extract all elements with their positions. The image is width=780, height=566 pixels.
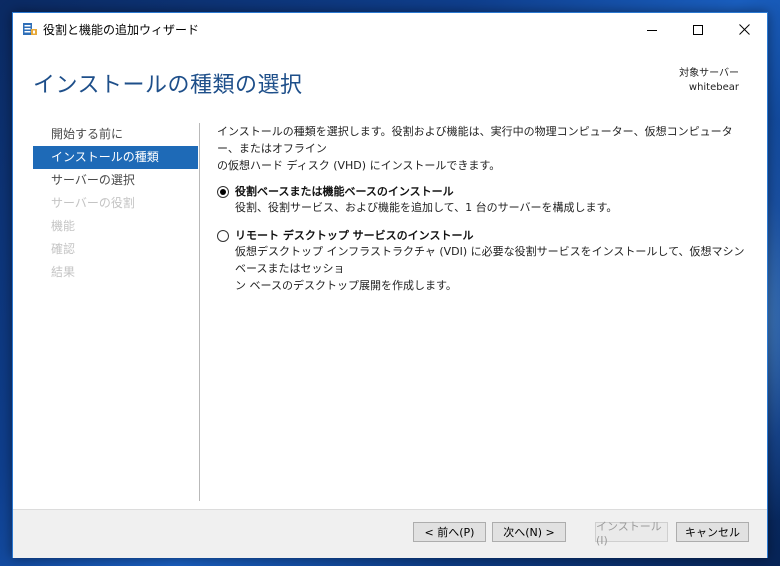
option-remote-desktop[interactable]: リモート デスクトップ サービスのインストール 仮想デスクトップ インフラストラ… [217, 228, 747, 294]
minimize-button[interactable] [629, 13, 675, 45]
option-description-line-1: 仮想デスクトップ インフラストラクチャ (VDI) に必要な役割サービスをインス… [235, 245, 745, 275]
wizard-footer: < 前へ(P) 次へ(N) > インストール(I) キャンセル [13, 509, 767, 558]
nav-item-before-you-begin[interactable]: 開始する前に [33, 123, 198, 146]
wizard-body: 開始する前に インストールの種類 サーバーの選択 サーバーの役割 機能 確認 結… [13, 113, 767, 509]
wizard-nav: 開始する前に インストールの種類 サーバーの選択 サーバーの役割 機能 確認 結… [33, 123, 198, 284]
option-description: 仮想デスクトップ インフラストラクチャ (VDI) に必要な役割サービスをインス… [235, 243, 747, 294]
minimize-icon [647, 20, 657, 39]
nav-item-label: サーバーの役割 [51, 196, 135, 210]
close-icon [738, 20, 750, 39]
target-server-info: 対象サーバー whitebear [679, 67, 739, 95]
cancel-button[interactable]: キャンセル [676, 522, 749, 542]
radio-remote-desktop[interactable] [217, 230, 229, 242]
target-server-label: 対象サーバー [679, 68, 739, 79]
nav-item-label: インストールの種類 [51, 150, 159, 164]
radio-selected-dot [220, 189, 226, 195]
nav-item-label: サーバーの選択 [51, 173, 135, 187]
target-server-name: whitebear [688, 82, 739, 93]
nav-item-server-roles: サーバーの役割 [33, 192, 198, 215]
option-role-based[interactable]: 役割ベースまたは機能ベースのインストール 役割、役割サービス、および機能を追加し… [217, 184, 747, 216]
install-button[interactable]: インストール(I) [595, 520, 668, 547]
intro-line-1: インストールの種類を選択します。役割および機能は、実行中の物理コンピューター、仮… [217, 125, 733, 155]
nav-item-label: 開始する前に [51, 127, 124, 141]
nav-item-features: 機能 [33, 215, 198, 238]
desktop-background: 役割と機能の追加ウィザード インストールの種類の選択 対象サーバー whiteb… [0, 0, 780, 566]
nav-item-server-selection[interactable]: サーバーの選択 [33, 169, 198, 192]
server-manager-icon [22, 21, 38, 37]
maximize-icon [693, 20, 703, 39]
nav-item-results: 結果 [33, 261, 198, 284]
wizard-header: インストールの種類の選択 対象サーバー whitebear [13, 45, 767, 113]
option-description: 役割、役割サービス、および機能を追加して、1 台のサーバーを構成します。 [235, 201, 618, 214]
page-title: インストールの種類の選択 [33, 73, 303, 98]
maximize-button[interactable] [675, 13, 721, 45]
title-bar[interactable]: 役割と機能の追加ウィザード [13, 13, 767, 45]
option-title[interactable]: リモート デスクトップ サービスのインストール [235, 228, 747, 243]
previous-button[interactable]: < 前へ(P) [413, 522, 486, 542]
nav-item-label: 結果 [51, 265, 76, 279]
intro-line-2: の仮想ハード ディスク (VHD) にインストールできます。 [217, 159, 501, 172]
nav-item-confirmation: 確認 [33, 238, 198, 261]
wizard-content: インストールの種類を選択します。役割および機能は、実行中の物理コンピューター、仮… [217, 123, 747, 294]
nav-item-installation-type[interactable]: インストールの種類 [33, 146, 198, 169]
window-title: 役割と機能の追加ウィザード [43, 23, 200, 37]
next-button[interactable]: 次へ(N) > [492, 522, 566, 542]
nav-item-label: 機能 [51, 219, 76, 233]
option-description-line-2: ン ベースのデスクトップ展開を作成します。 [235, 279, 457, 292]
radio-role-based[interactable] [217, 186, 229, 198]
option-title[interactable]: 役割ベースまたは機能ベースのインストール [235, 184, 747, 199]
intro-text: インストールの種類を選択します。役割および機能は、実行中の物理コンピューター、仮… [217, 123, 747, 174]
nav-divider [199, 123, 200, 501]
wizard-window: 役割と機能の追加ウィザード インストールの種類の選択 対象サーバー whiteb… [12, 12, 768, 558]
close-button[interactable] [721, 13, 767, 45]
nav-item-label: 確認 [51, 242, 76, 256]
